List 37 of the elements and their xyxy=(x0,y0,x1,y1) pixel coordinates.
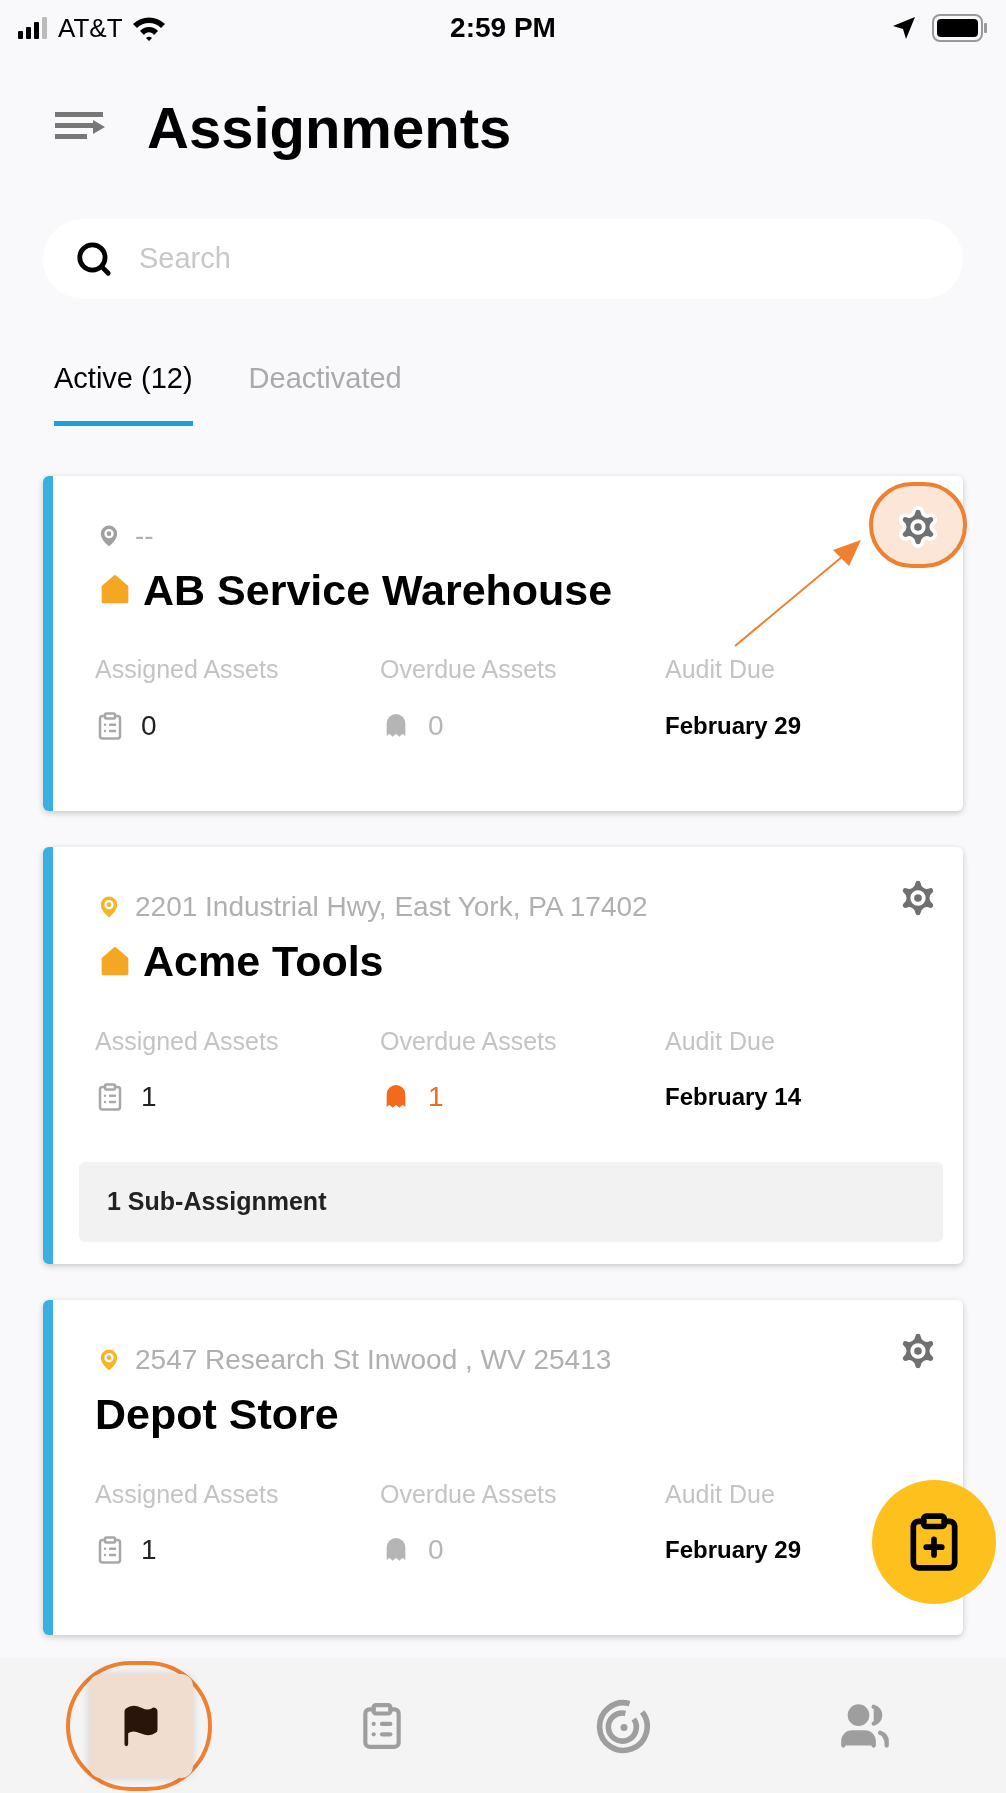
audit-due-date: February 14 xyxy=(665,1082,802,1112)
stat-label: Overdue Assets xyxy=(380,1478,558,1510)
card-address: -- xyxy=(135,518,154,553)
signal-icon xyxy=(18,17,50,39)
nav-tab[interactable] xyxy=(88,1673,193,1778)
card-address: 2547 Research St Inwood , WV 25413 xyxy=(135,1343,612,1377)
sub-assignment-bar[interactable]: 1 Sub-Assignment xyxy=(79,1162,943,1242)
page-title: Assignments xyxy=(147,94,512,162)
status-time: 2:59 PM xyxy=(450,11,556,45)
radar-icon xyxy=(595,1697,652,1754)
stat-label: Audit Due xyxy=(665,654,776,686)
stat-label: Overdue Assets xyxy=(380,654,558,686)
assigned-count: 0 xyxy=(141,708,157,743)
search-icon xyxy=(75,240,113,278)
audit-due-date: February 29 xyxy=(665,1535,802,1566)
stat-label: Assigned Assets xyxy=(95,1025,280,1057)
assigned-count: 1 xyxy=(141,1080,157,1114)
overdue-count: 0 xyxy=(428,708,444,743)
stat-label: Audit Due xyxy=(665,1025,776,1057)
card-title: AB Service Warehouse xyxy=(143,564,613,616)
stat-label: Overdue Assets xyxy=(380,1025,558,1057)
overdue-count: 1 xyxy=(428,1080,444,1114)
carrier-name: AT&T xyxy=(58,11,123,45)
assignment-card[interactable]: 2547 Research St Inwood , WV 25413 Depot Store Assigned Assets Overdue Assets Audit Due 1 0 February 29 xyxy=(43,1300,963,1636)
assignment-card[interactable]: 2201 Industrial Hwy, East York, PA 17402 Acme Tools Assigned Assets Overdue Assets Audit Due 1 1 February 14 1 Sub-Assignment xyxy=(43,846,963,1264)
audit-due-date: February 29 xyxy=(665,710,802,741)
stat-label: Assigned Assets xyxy=(95,654,280,686)
battery-icon xyxy=(932,14,988,42)
location-arrow-icon xyxy=(892,16,916,40)
card-title: Depot Store xyxy=(95,1389,339,1440)
overdue-count: 0 xyxy=(428,1533,444,1568)
tab[interactable]: Active (12) xyxy=(54,357,193,426)
card-address: 2201 Industrial Hwy, East York, PA 17402 xyxy=(135,889,648,924)
stat-label: Audit Due xyxy=(665,1478,776,1510)
card-title: Acme Tools xyxy=(143,935,384,987)
stat-label: Assigned Assets xyxy=(95,1478,280,1510)
assigned-count: 1 xyxy=(141,1533,157,1568)
